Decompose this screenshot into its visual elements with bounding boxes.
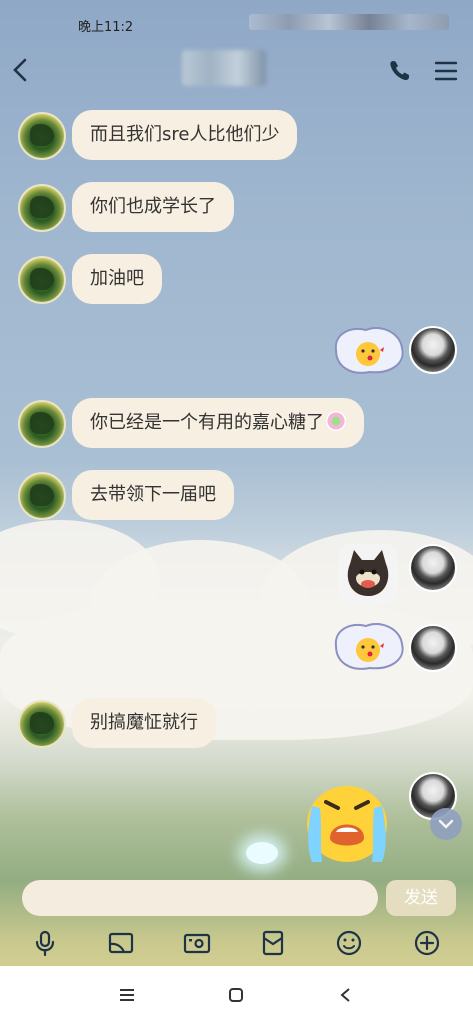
send-button[interactable]: 发送 xyxy=(386,880,456,916)
message-bubble[interactable]: 你们也成学长了 xyxy=(72,182,234,232)
image-icon[interactable] xyxy=(104,926,138,960)
candy-emoji-icon xyxy=(326,411,346,431)
message-bubble[interactable]: 加油吧 xyxy=(72,254,162,304)
message-bubble[interactable]: 别搞魔怔就行 xyxy=(72,698,216,748)
message-bubble[interactable]: 而且我们sre人比他们少 xyxy=(72,110,298,160)
avatar[interactable] xyxy=(18,256,66,304)
avatar[interactable] xyxy=(409,326,457,374)
message-bubble[interactable]: 你已经是一个有用的嘉心糖了 xyxy=(72,398,364,448)
camera-icon[interactable] xyxy=(180,926,214,960)
message-input[interactable] xyxy=(22,880,378,916)
red-packet-icon[interactable] xyxy=(256,926,290,960)
kiss-emoji-sticker[interactable] xyxy=(330,320,406,382)
avatar[interactable] xyxy=(18,700,66,748)
avatar[interactable] xyxy=(18,472,66,520)
chevron-left-icon[interactable] xyxy=(6,54,34,86)
emoji-icon[interactable] xyxy=(332,926,366,960)
light-glow xyxy=(246,842,278,864)
status-bar: 晚上11:2 xyxy=(0,0,473,40)
system-nav-bar xyxy=(0,966,473,1024)
hamburger-menu-icon[interactable] xyxy=(431,56,461,86)
message-text: 你已经是一个有用的嘉心糖了 xyxy=(90,412,324,433)
status-time: 晚上11:2 xyxy=(78,20,134,35)
chevron-down-icon xyxy=(438,819,454,829)
avatar[interactable] xyxy=(18,112,66,160)
home-icon[interactable] xyxy=(221,982,251,1008)
avatar[interactable] xyxy=(18,400,66,448)
avatar[interactable] xyxy=(409,624,457,672)
input-toolbar xyxy=(0,924,473,964)
avatar[interactable] xyxy=(409,544,457,592)
chat-title-obscured xyxy=(182,50,266,86)
message-bubble[interactable]: 去带领下一届吧 xyxy=(72,470,234,520)
kiss-emoji-sticker[interactable] xyxy=(330,616,406,678)
microphone-icon[interactable] xyxy=(28,926,62,960)
back-icon[interactable] xyxy=(330,982,360,1008)
plus-icon[interactable] xyxy=(410,926,444,960)
crying-emoji-sticker[interactable] xyxy=(298,776,396,868)
status-icons xyxy=(249,14,449,30)
avatar[interactable] xyxy=(18,184,66,232)
recents-icon[interactable] xyxy=(112,982,142,1008)
shiba-dog-sticker[interactable] xyxy=(338,544,398,604)
chat-screen: 晚上11:2 而且我们sre人比他们少 你们也成学长了 加油吧 你已经是一个有用… xyxy=(0,0,473,1024)
chat-header xyxy=(0,40,473,100)
phone-icon[interactable] xyxy=(385,56,415,86)
scroll-down-button[interactable] xyxy=(430,808,462,840)
